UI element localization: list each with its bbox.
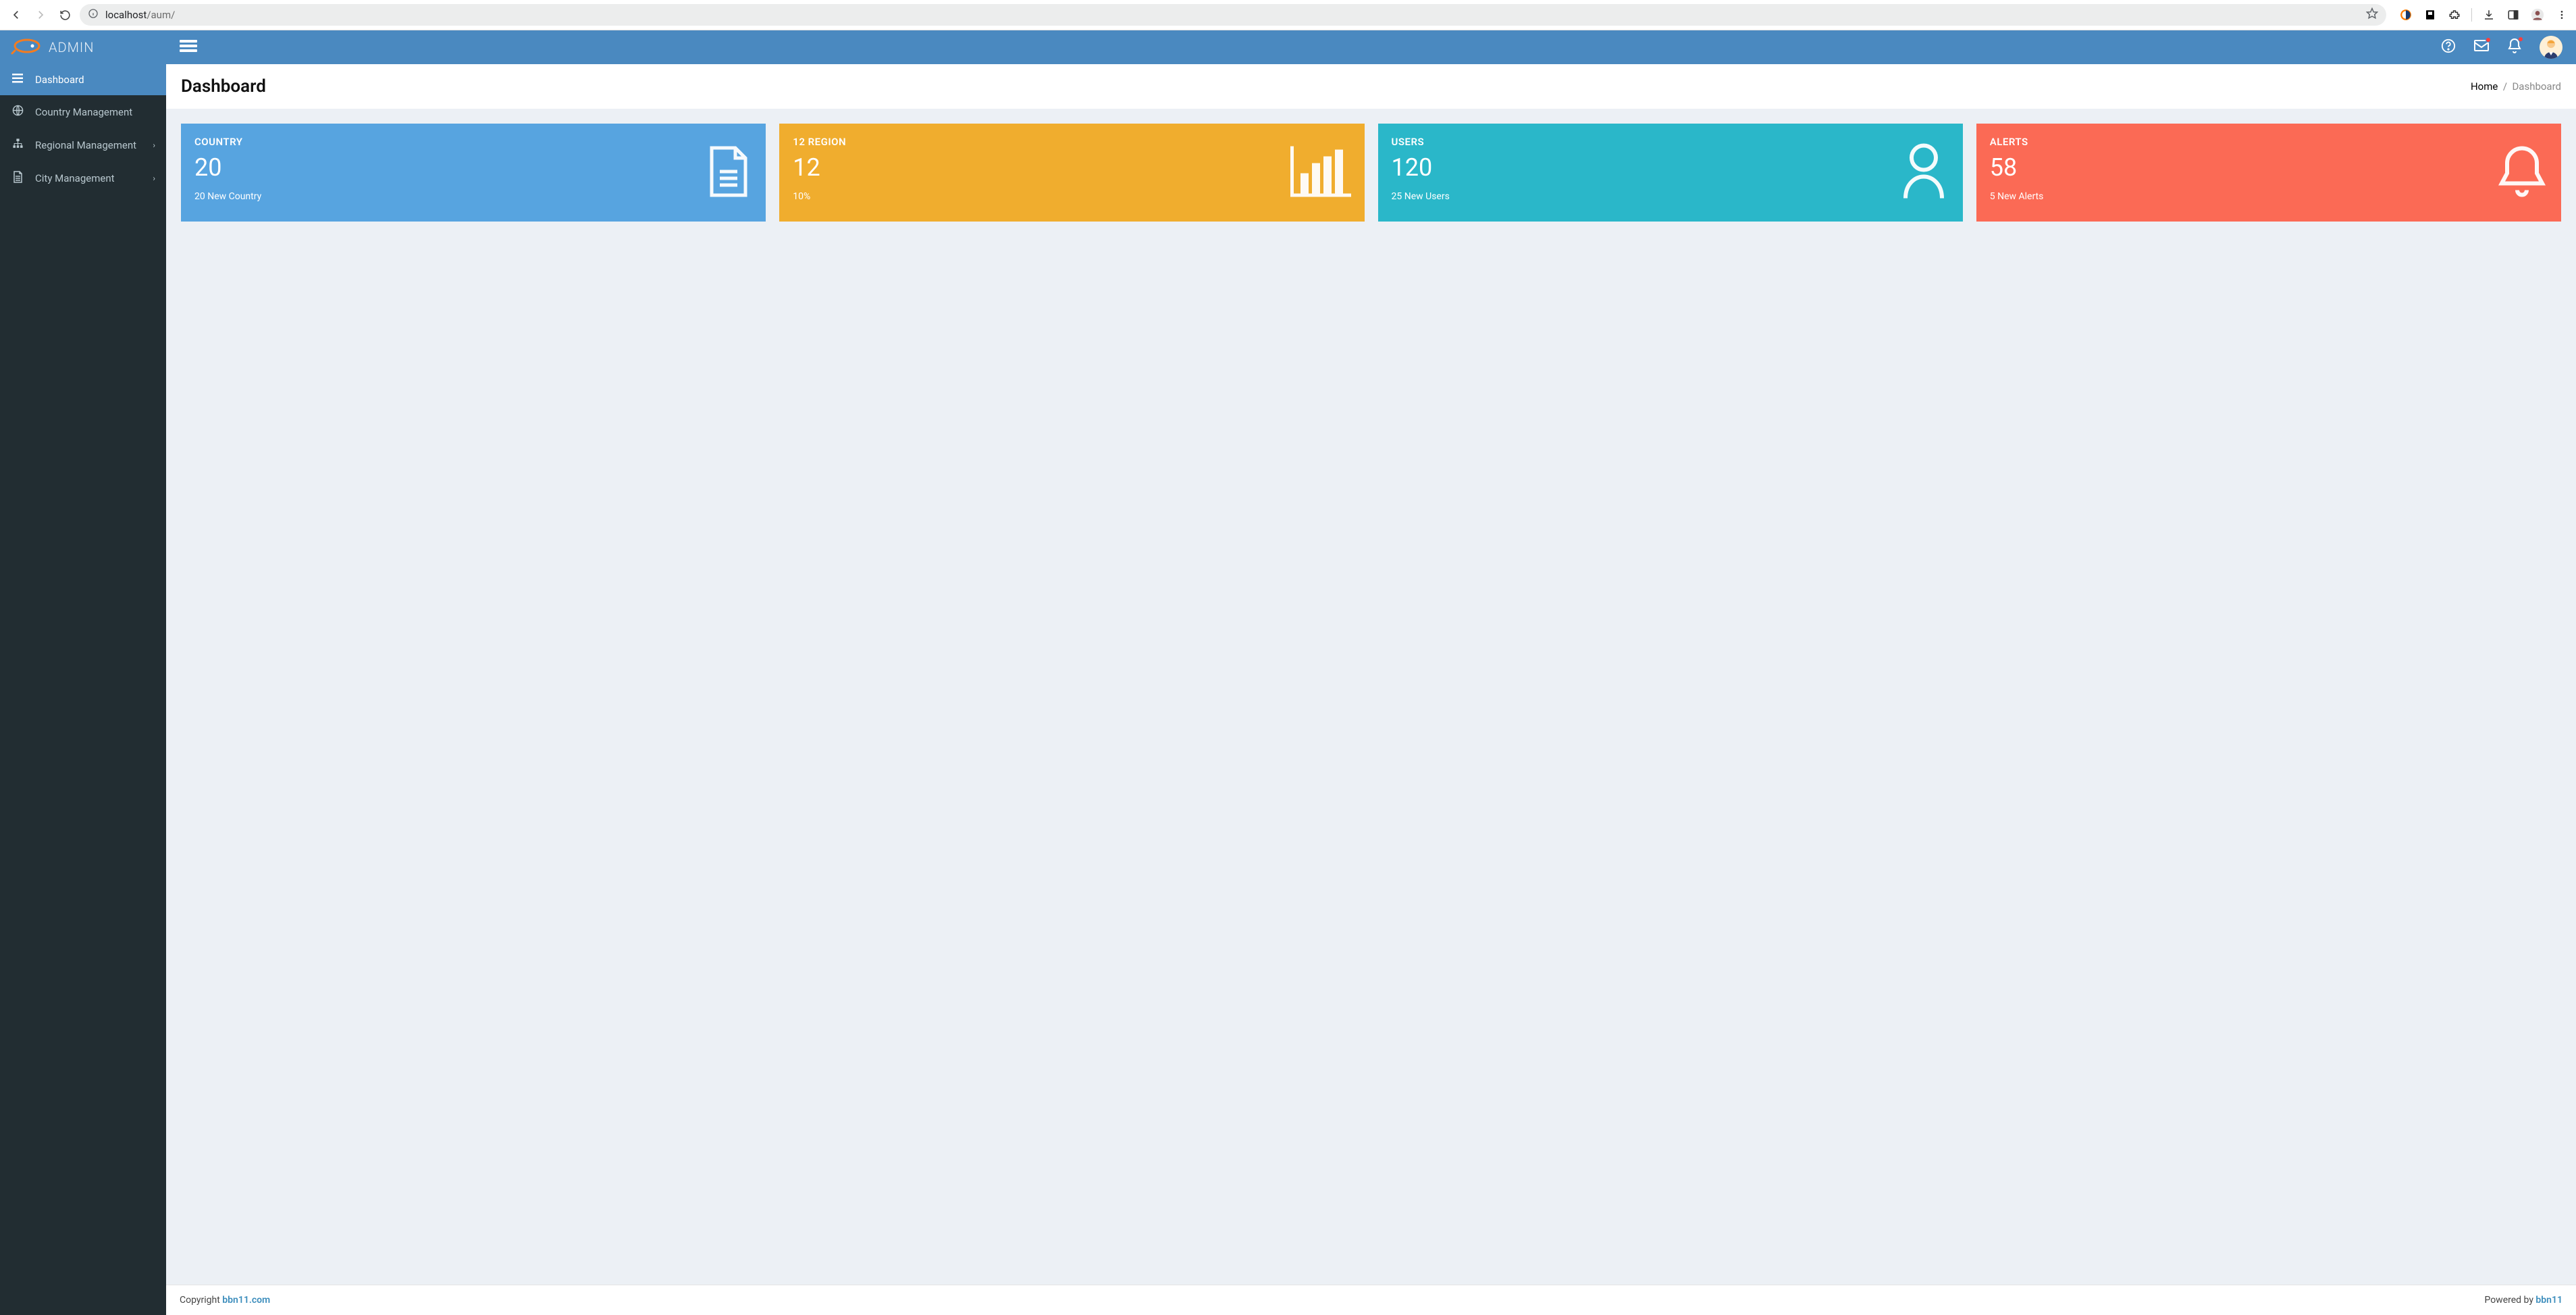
globe-icon [11, 105, 24, 119]
brand-text: ADMIN [49, 39, 94, 55]
sidebar-item-label: Dashboard [35, 74, 84, 86]
bookmark-star-icon[interactable] [2366, 7, 2378, 22]
notifications-button[interactable] [2507, 38, 2522, 57]
sidebar-item-label: City Management [35, 172, 115, 184]
browser-back-button[interactable] [7, 5, 26, 24]
card-value: 58 [1990, 153, 2548, 182]
card-region[interactable]: 12 REGION 12 10% [779, 124, 1364, 222]
card-sub: 25 New Users [1392, 191, 1949, 202]
card-value: 20 [194, 153, 752, 182]
separator [2471, 8, 2472, 22]
chrome-menu-icon[interactable] [2554, 7, 2569, 22]
brand-logo-icon [11, 37, 41, 57]
sidebar-item-dashboard[interactable]: Dashboard [0, 64, 166, 95]
bell-icon [2497, 143, 2548, 203]
card-value: 12 [793, 153, 1350, 182]
sidebar-item-label: Country Management [35, 106, 132, 118]
profile-avatar-icon[interactable] [2530, 7, 2545, 22]
card-sub: 20 New Country [194, 191, 752, 202]
card-title: 12 REGION [793, 136, 1350, 148]
page-title: Dashboard [181, 76, 266, 97]
breadcrumb-current: Dashboard [2512, 80, 2561, 93]
footer-powered-link[interactable]: bbn11 [2535, 1295, 2562, 1306]
card-title: COUNTRY [194, 136, 752, 148]
content-header: Dashboard Home / Dashboard [166, 64, 2576, 109]
user-avatar[interactable] [2540, 36, 2562, 59]
site-info-icon[interactable] [88, 8, 99, 22]
extension-icon-2[interactable] [2423, 7, 2438, 22]
sidebar-item-country[interactable]: Country Management [0, 95, 166, 128]
notification-dot-icon [2486, 37, 2491, 43]
sidebar-item-regional[interactable]: Regional Management › [0, 128, 166, 161]
document-icon [11, 171, 24, 186]
card-value: 120 [1392, 153, 1949, 182]
card-title: USERS [1392, 136, 1949, 148]
sidebar-item-city[interactable]: City Management › [0, 161, 166, 195]
browser-extensions [2392, 7, 2569, 22]
browser-address-bar[interactable]: localhost/aum/ [80, 4, 2386, 26]
extension-icon-1[interactable] [2398, 7, 2413, 22]
card-alerts[interactable]: ALERTS 58 5 New Alerts [1976, 124, 2561, 222]
stat-cards: COUNTRY 20 20 New Country 12 REGION 12 1… [166, 109, 2576, 236]
extensions-puzzle-icon[interactable] [2447, 7, 2462, 22]
footer-copyright-link[interactable]: bbn11.com [222, 1295, 270, 1306]
browser-reload-button[interactable] [55, 5, 74, 24]
chevron-right-icon: › [153, 174, 155, 183]
sidebar: Dashboard Country Management Regional Ma… [0, 64, 166, 1315]
chevron-right-icon: › [153, 140, 155, 150]
side-panel-icon[interactable] [2506, 7, 2521, 22]
main-content: Dashboard Home / Dashboard COUNTRY 20 20… [166, 64, 2576, 1315]
card-country[interactable]: COUNTRY 20 20 New Country [181, 124, 766, 222]
notification-dot-icon [2518, 36, 2523, 42]
browser-forward-button[interactable] [31, 5, 50, 24]
brand[interactable]: ADMIN [0, 37, 166, 57]
browser-url: localhost/aum/ [105, 9, 2359, 21]
card-users[interactable]: USERS 120 25 New Users [1378, 124, 1963, 222]
sidebar-item-label: Regional Management [35, 139, 136, 151]
user-icon [1899, 143, 1949, 203]
breadcrumb-sep: / [2500, 80, 2512, 93]
card-title: ALERTS [1990, 136, 2548, 148]
sitemap-icon [11, 138, 24, 152]
bar-chart-icon [1290, 146, 1351, 199]
breadcrumb: Home / Dashboard [2471, 80, 2561, 93]
footer-left: Copyright bbn11.com [180, 1295, 270, 1306]
breadcrumb-home[interactable]: Home [2471, 80, 2498, 93]
footer-right: Powered by bbn11 [2484, 1295, 2562, 1306]
messages-button[interactable] [2473, 38, 2490, 56]
bars-icon [11, 74, 24, 86]
card-sub: 10% [793, 191, 1350, 202]
browser-chrome: localhost/aum/ [0, 0, 2576, 30]
app-topbar: ADMIN [0, 30, 2576, 64]
card-sub: 5 New Alerts [1990, 191, 2548, 202]
footer: Copyright bbn11.com Powered by bbn11 [166, 1285, 2576, 1315]
file-icon [705, 145, 752, 201]
help-button[interactable] [2441, 38, 2456, 56]
sidebar-toggle-button[interactable] [166, 38, 211, 56]
downloads-icon[interactable] [2481, 7, 2496, 22]
